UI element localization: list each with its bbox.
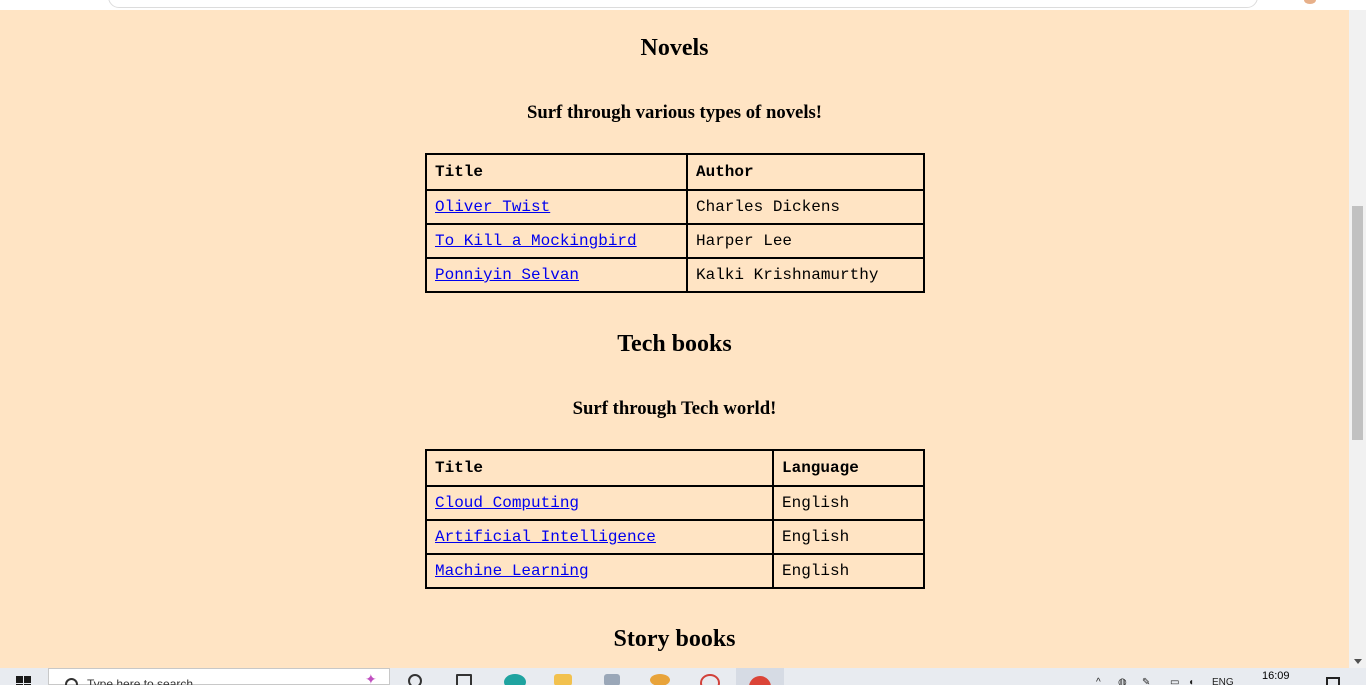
- table-row: Artificial Intelligence English: [425, 519, 925, 555]
- notepad-icon[interactable]: [604, 674, 620, 685]
- section-subtitle: Surf through various types of novels!: [526, 102, 823, 123]
- section-title: Novels: [640, 35, 709, 61]
- book-link[interactable]: Cloud Computing: [435, 494, 579, 512]
- novels-table: Title Author Oliver Twist Charles Dicken…: [425, 153, 925, 293]
- scroll-down-arrow-icon[interactable]: [1354, 659, 1362, 664]
- section-subtitle: Surf through Tech world!: [572, 398, 777, 419]
- title-cell: Ponniyin Selvan: [425, 257, 688, 293]
- tray-chevron-icon[interactable]: ^: [1096, 677, 1101, 685]
- title-cell: Cloud Computing: [425, 485, 774, 521]
- column-header-language: Language: [772, 449, 925, 487]
- book-link[interactable]: Artificial Intelligence: [435, 528, 656, 546]
- active-taskbar-app[interactable]: [736, 668, 784, 685]
- page-content: Novels Surf through various types of nov…: [0, 10, 1349, 668]
- column-header-author: Author: [686, 153, 925, 191]
- table-row: Cloud Computing English: [425, 485, 925, 521]
- network-icon[interactable]: ◍: [1118, 677, 1127, 685]
- edge-browser-icon[interactable]: [504, 674, 526, 685]
- browser-toolbar: [0, 0, 1366, 10]
- vertical-scrollbar[interactable]: [1349, 10, 1366, 668]
- book-link[interactable]: Oliver Twist: [435, 198, 550, 216]
- section-title: Tech books: [617, 331, 732, 357]
- title-cell: Machine Learning: [425, 553, 774, 589]
- language-indicator[interactable]: ENG: [1212, 677, 1234, 685]
- novels-section: Novels: [0, 34, 1349, 62]
- tech-section: Tech books: [0, 330, 1349, 358]
- book-link[interactable]: Ponniyin Selvan: [435, 266, 579, 284]
- table-header-row: Title Language: [425, 449, 925, 487]
- language-cell: English: [772, 553, 925, 589]
- file-explorer-icon[interactable]: [554, 674, 572, 685]
- novels-subtitle-wrap: Surf through various types of novels!: [0, 102, 1349, 124]
- author-cell: Charles Dickens: [686, 189, 925, 225]
- title-cell: To Kill a Mockingbird: [425, 223, 688, 259]
- battery-icon[interactable]: ▭: [1170, 677, 1179, 685]
- volume-icon[interactable]: ◖: [1188, 677, 1194, 685]
- column-header-title: Title: [425, 153, 688, 191]
- tech-subtitle-wrap: Surf through Tech world!: [0, 398, 1349, 420]
- language-cell: English: [772, 485, 925, 521]
- book-link[interactable]: Machine Learning: [435, 562, 589, 580]
- search-highlight-icon: ✦: [365, 671, 377, 685]
- pen-icon[interactable]: ✎: [1142, 677, 1150, 685]
- table-row: Oliver Twist Charles Dickens: [425, 189, 925, 225]
- taskbar-search-box[interactable]: Type here to search ✦: [48, 668, 390, 685]
- story-section: Story books: [0, 625, 1349, 653]
- task-view-icon[interactable]: [456, 674, 472, 685]
- taskbar-clock[interactable]: 16:09: [1262, 670, 1290, 682]
- profile-avatar-icon[interactable]: [1304, 0, 1316, 4]
- title-cell: Artificial Intelligence: [425, 519, 774, 555]
- tech-table: Title Language Cloud Computing English A…: [425, 449, 925, 589]
- table-header-row: Title Author: [425, 153, 925, 191]
- windows-taskbar: Type here to search ✦ ^ ◍ ✎ ▭ ◖ ENG 16:0…: [0, 668, 1366, 685]
- scrollbar-thumb[interactable]: [1352, 206, 1363, 440]
- author-cell: Kalki Krishnamurthy: [686, 257, 925, 293]
- photos-icon[interactable]: [700, 674, 720, 685]
- windows-start-icon[interactable]: [16, 676, 32, 685]
- address-bar[interactable]: [108, 0, 1258, 8]
- section-title: Story books: [613, 626, 736, 652]
- cortana-icon[interactable]: [408, 674, 422, 685]
- notifications-icon[interactable]: [1326, 677, 1340, 685]
- author-cell: Harper Lee: [686, 223, 925, 259]
- column-header-title: Title: [425, 449, 774, 487]
- language-cell: English: [772, 519, 925, 555]
- table-row: To Kill a Mockingbird Harper Lee: [425, 223, 925, 259]
- search-icon: [65, 678, 78, 685]
- book-link[interactable]: To Kill a Mockingbird: [435, 232, 637, 250]
- title-cell: Oliver Twist: [425, 189, 688, 225]
- chrome-icon: [749, 676, 771, 685]
- paint-icon[interactable]: [650, 674, 670, 685]
- search-placeholder: Type here to search: [87, 677, 194, 685]
- table-row: Machine Learning English: [425, 553, 925, 589]
- table-row: Ponniyin Selvan Kalki Krishnamurthy: [425, 257, 925, 293]
